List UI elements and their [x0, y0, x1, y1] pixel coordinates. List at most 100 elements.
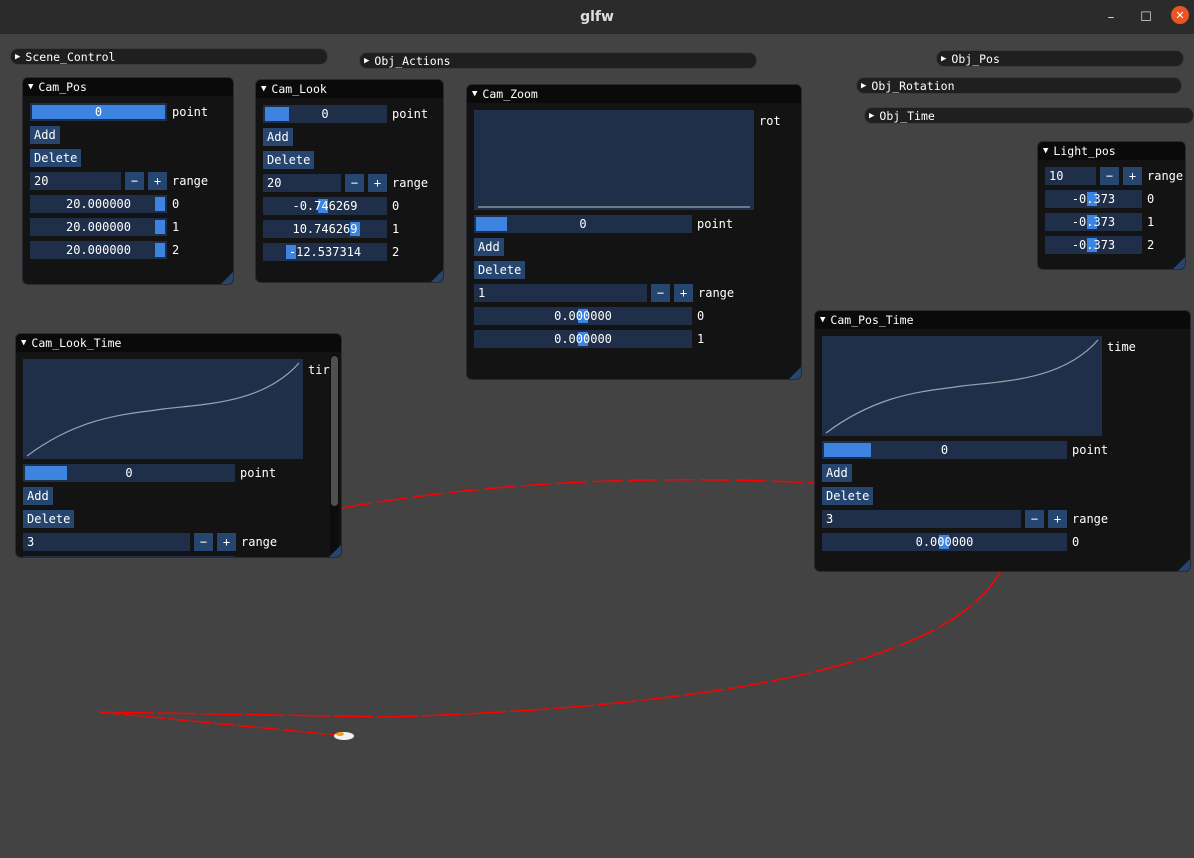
increment-button[interactable]: +	[1123, 167, 1142, 185]
obj-time-window[interactable]: ▶ Obj_Time	[864, 107, 1194, 124]
window-title-bar[interactable]: ▼ Cam_Zoom	[467, 85, 801, 103]
plot-label: rot	[759, 114, 781, 128]
window-title-bar[interactable]: ▼ Cam_Pos	[23, 78, 233, 96]
slider-value: 0.000000	[554, 309, 612, 323]
window-title-bar[interactable]: ▼ Light_pos	[1038, 142, 1185, 160]
slider-value: 0	[579, 217, 587, 231]
obj-actions-window[interactable]: ▶ Obj_Actions	[359, 52, 757, 69]
value-slider-1[interactable]: -0.373	[1045, 213, 1142, 231]
collapse-arrow-icon[interactable]: ▼	[261, 84, 266, 94]
window-title-bar[interactable]: ▼ Cam_Look_Time	[16, 334, 341, 352]
range-input[interactable]: 3	[23, 533, 190, 551]
value-slider-1[interactable]: 0.000000	[474, 330, 692, 348]
value-slider-1[interactable]: 20.000000	[30, 218, 167, 236]
expand-arrow-icon[interactable]: ▶	[364, 56, 369, 66]
add-button[interactable]: Add	[263, 128, 293, 146]
delete-button[interactable]: Delete	[23, 510, 75, 528]
range-input[interactable]: 10	[1045, 167, 1096, 185]
add-button[interactable]: Add	[822, 464, 852, 482]
collapse-arrow-icon[interactable]: ▼	[820, 315, 825, 325]
point-slider[interactable]: 0	[263, 105, 387, 123]
increment-button[interactable]: +	[674, 284, 693, 302]
camera-path-curve	[341, 478, 816, 509]
value-slider-2[interactable]: -0.373	[1045, 236, 1142, 254]
window-title: Cam_Look_Time	[31, 336, 122, 350]
obj-pos-window[interactable]: ▶ Obj_Pos	[936, 50, 1184, 67]
curve-line	[26, 362, 300, 457]
cam-pos-window: ▼ Cam_Pos 0 point Add Delete 20− + range 20.…	[22, 77, 234, 285]
time-curve-plot[interactable]	[23, 359, 303, 459]
expand-arrow-icon[interactable]: ▶	[941, 54, 946, 64]
slider-value: -0.373	[1071, 238, 1116, 252]
expand-arrow-icon[interactable]: ▶	[869, 111, 874, 121]
decrement-button[interactable]: −	[125, 172, 144, 190]
increment-button[interactable]: +	[368, 174, 387, 192]
increment-button[interactable]: +	[217, 533, 236, 551]
resize-grip[interactable]	[329, 545, 341, 557]
value-slider-0[interactable]: 0.000000	[822, 533, 1067, 551]
resize-grip[interactable]	[221, 272, 233, 284]
resize-grip[interactable]	[1178, 559, 1190, 571]
decrement-button[interactable]: −	[1025, 510, 1044, 528]
value-slider-2[interactable]: -12.537314	[263, 243, 387, 261]
range-input[interactable]: 1	[474, 284, 647, 302]
slider-value: -0.746269	[292, 199, 358, 213]
decrement-button[interactable]: −	[651, 284, 670, 302]
add-button[interactable]: Add	[30, 126, 60, 144]
collapse-arrow-icon[interactable]: ▼	[1043, 146, 1048, 156]
scene-object-icon	[334, 732, 354, 740]
window-title: Obj_Rotation	[871, 78, 955, 93]
value-slider-1[interactable]: 10.746269	[263, 220, 387, 238]
window-title-bar[interactable]: ▼ Cam_Pos_Time	[815, 311, 1190, 329]
range-label: range	[1072, 512, 1109, 526]
value-slider-0[interactable]	[23, 556, 235, 557]
delete-button[interactable]: Delete	[30, 149, 82, 167]
slider-value: 0	[940, 443, 949, 457]
slider-value: 20.000000	[65, 243, 132, 257]
point-slider[interactable]: 0	[30, 103, 167, 121]
expand-arrow-icon[interactable]: ▶	[861, 81, 866, 91]
window-title-bar[interactable]: ▼ Cam_Look	[256, 80, 443, 98]
decrement-button[interactable]: −	[1100, 167, 1119, 185]
collapse-arrow-icon[interactable]: ▼	[21, 338, 26, 348]
rot-curve-plot[interactable]	[474, 110, 754, 210]
value-slider-2[interactable]: 20.000000	[30, 241, 167, 259]
increment-button[interactable]: +	[148, 172, 167, 190]
delete-button[interactable]: Delete	[822, 487, 874, 505]
range-input[interactable]: 20	[263, 174, 341, 192]
collapse-arrow-icon[interactable]: ▼	[28, 82, 33, 92]
value-slider-0[interactable]: -0.746269	[263, 197, 387, 215]
resize-grip[interactable]	[431, 270, 443, 282]
slider-value: 0	[125, 466, 133, 480]
cam-look-window: ▼ Cam_Look 0 point Add Delete 20− + range -0…	[255, 79, 444, 283]
obj-rotation-window[interactable]: ▶ Obj_Rotation	[856, 77, 1182, 94]
point-label: point	[392, 107, 429, 121]
delete-button[interactable]: Delete	[474, 261, 526, 279]
vertical-scrollbar[interactable]	[330, 354, 339, 553]
decrement-button[interactable]: −	[345, 174, 364, 192]
add-button[interactable]: Add	[23, 487, 53, 505]
increment-button[interactable]: +	[1048, 510, 1067, 528]
resize-grip[interactable]	[1173, 257, 1185, 269]
range-input[interactable]: 3	[822, 510, 1021, 528]
index-label: 1	[172, 220, 180, 234]
decrement-button[interactable]: −	[194, 533, 213, 551]
point-slider[interactable]: 0	[23, 464, 235, 482]
light-pos-window: ▼ Light_pos 10− + range -0.373 0 -0.373 1 -0.…	[1037, 141, 1186, 270]
expand-arrow-icon[interactable]: ▶	[15, 52, 20, 62]
resize-grip[interactable]	[789, 367, 801, 379]
time-curve-plot[interactable]	[822, 336, 1102, 436]
value-slider-0[interactable]: 0.000000	[474, 307, 692, 325]
value-slider-0[interactable]: 20.000000	[30, 195, 167, 213]
point-label: point	[240, 466, 277, 480]
add-button[interactable]: Add	[474, 238, 504, 256]
scene-control-window[interactable]: ▶ Scene_Control	[10, 48, 328, 65]
point-slider[interactable]: 0	[822, 441, 1067, 459]
range-input[interactable]: 20	[30, 172, 121, 190]
value-slider-0[interactable]: -0.373	[1045, 190, 1142, 208]
collapse-arrow-icon[interactable]: ▼	[472, 89, 477, 99]
index-label: 0	[1072, 535, 1080, 549]
delete-button[interactable]: Delete	[263, 151, 315, 169]
point-slider[interactable]: 0	[474, 215, 692, 233]
slider-value: -0.373	[1071, 192, 1116, 206]
